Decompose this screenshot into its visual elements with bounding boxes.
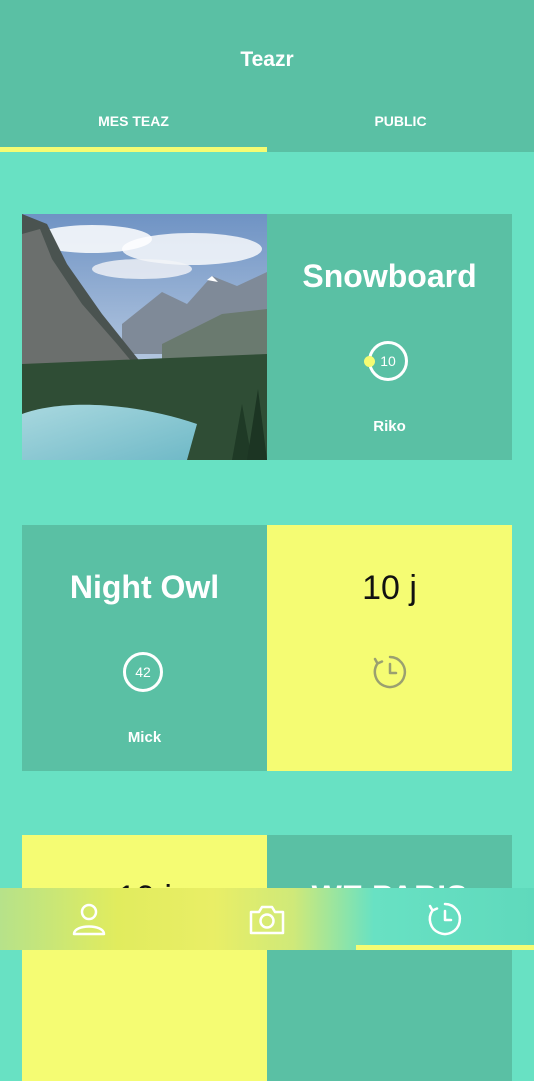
teaz-card-snowboard[interactable]: Snowboard 10 Riko [22,214,513,460]
nav-camera-button[interactable] [178,888,356,950]
person-icon [72,903,106,936]
progress-dot [364,356,375,367]
teaz-title: Snowboard [302,258,477,294]
teaz-info-panel: WE PARIS [267,835,512,1081]
teaz-card-we-paris[interactable]: 10 j WE PARIS [22,835,513,1081]
time-left-panel: 10 j [22,835,267,1081]
teaz-info-panel: Night Owl 42 Mick [22,525,267,771]
teaz-author: Riko [373,418,406,435]
camera-icon [249,905,285,935]
app-header: Teazr MES TEAZ PUBLIC [0,0,534,152]
tab-public[interactable]: PUBLIC [267,113,534,152]
nav-timer-button[interactable] [356,888,534,950]
time-left-panel: 10 j [267,525,512,771]
active-tab-indicator [0,147,267,152]
timer-icon [428,902,462,936]
timer-icon [373,655,407,689]
teaz-count: 42 [135,664,151,680]
time-left-text: 10 j [362,569,417,607]
teaz-author: Mick [127,729,162,746]
teaz-title: Night Owl [69,569,220,605]
teaz-counter: 10 [364,341,408,381]
active-nav-indicator [356,945,534,950]
mountain-lake-photo [22,214,267,460]
nav-profile-button[interactable] [0,888,178,950]
app-title: Teazr [240,48,294,71]
teaz-card-night-owl[interactable]: Night Owl 42 Mick 10 j [22,525,513,771]
teaz-info-panel: Snowboard 10 Riko [267,214,512,460]
teaz-counter: 42 [123,652,163,692]
bottom-nav [0,888,534,950]
teaz-count: 10 [380,353,396,369]
